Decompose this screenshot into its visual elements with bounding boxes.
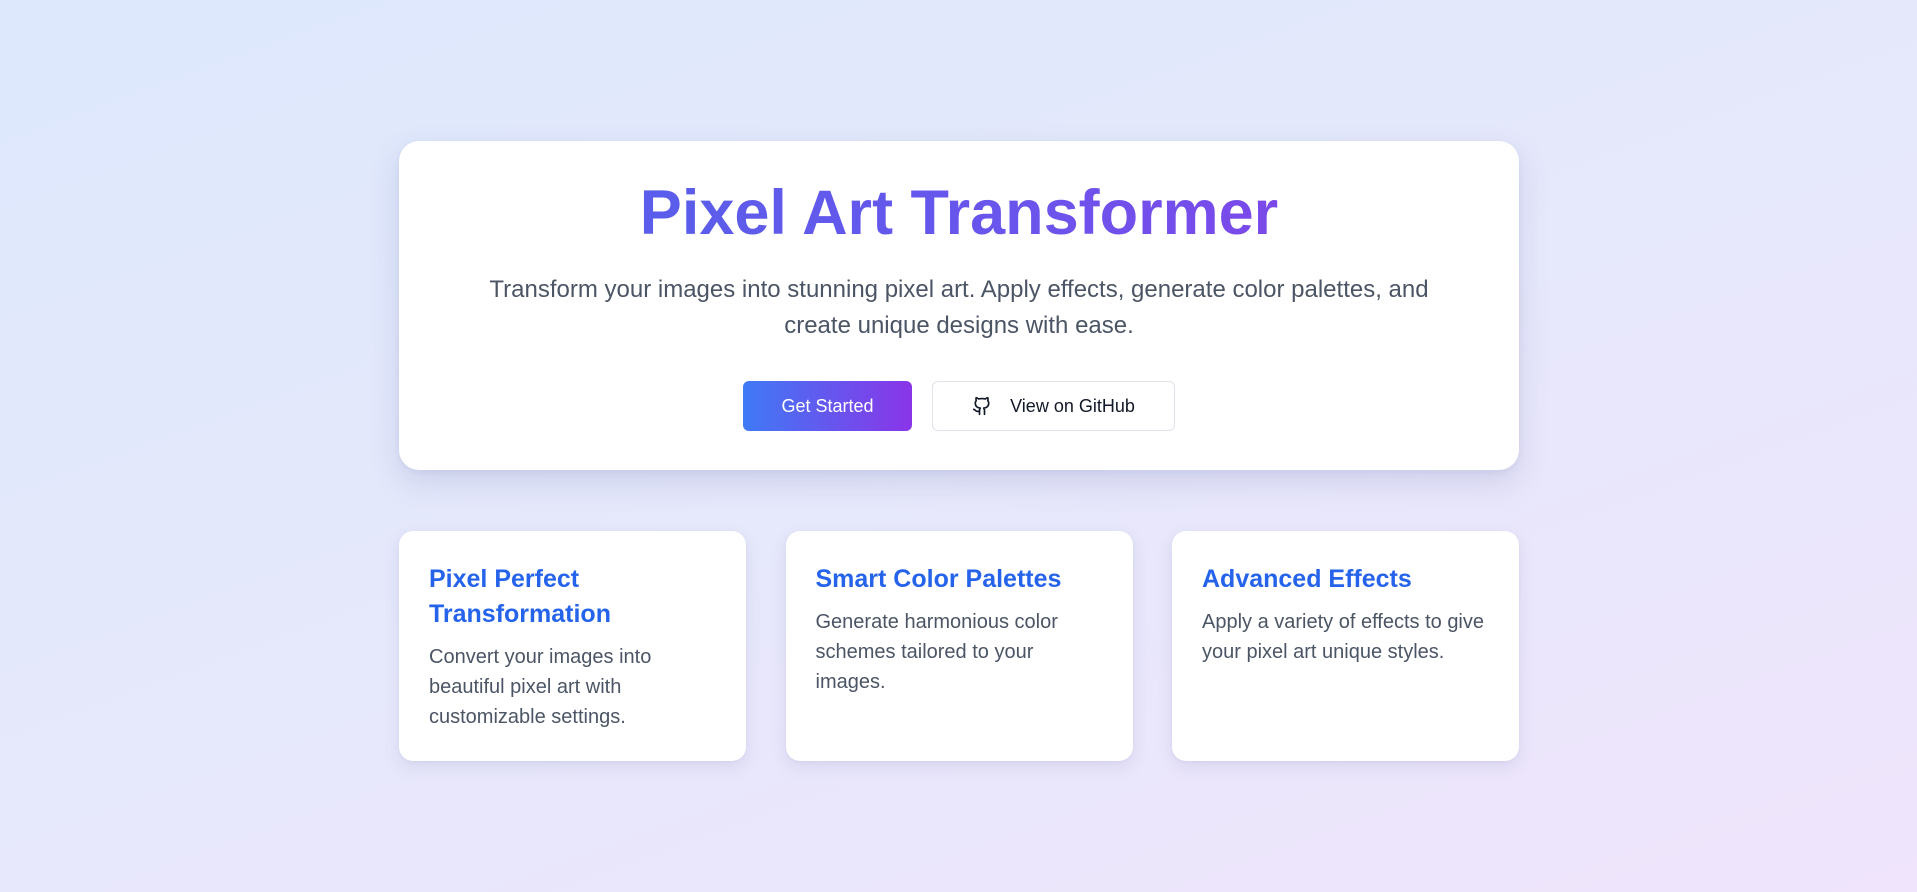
hero-actions: Get Started View on GitHub [399,381,1519,431]
feature-description: Generate harmonious color schemes tailor… [815,611,1058,693]
feature-description: Apply a variety of effects to give your … [1202,611,1485,663]
view-on-github-label: View on GitHub [1010,395,1135,416]
feature-title: Pixel Perfect Transformation [429,565,611,628]
feature-title: Advanced Effects [1202,565,1412,593]
feature-card-color-palettes: Smart Color Palettes Generate harmonious… [785,531,1133,761]
get-started-button[interactable]: Get Started [743,381,912,431]
page-title: Pixel Art Transformer [399,175,1519,251]
feature-cards: Pixel Perfect Transformation Convert you… [399,531,1519,761]
feature-card-pixel-perfect: Pixel Perfect Transformation Convert you… [399,531,746,761]
feature-description: Convert your images into beautiful pixel… [429,646,652,728]
feature-card-advanced-effects: Advanced Effects Apply a variety of effe… [1172,531,1519,761]
hero-description: Transform your images into stunning pixe… [489,276,1429,339]
hero-card: Pixel Art Transformer Transform your ima… [399,141,1519,470]
feature-title: Smart Color Palettes [815,565,1062,593]
get-started-label: Get Started [781,395,874,416]
view-on-github-button[interactable]: View on GitHub [932,381,1175,431]
github-icon [972,396,992,416]
